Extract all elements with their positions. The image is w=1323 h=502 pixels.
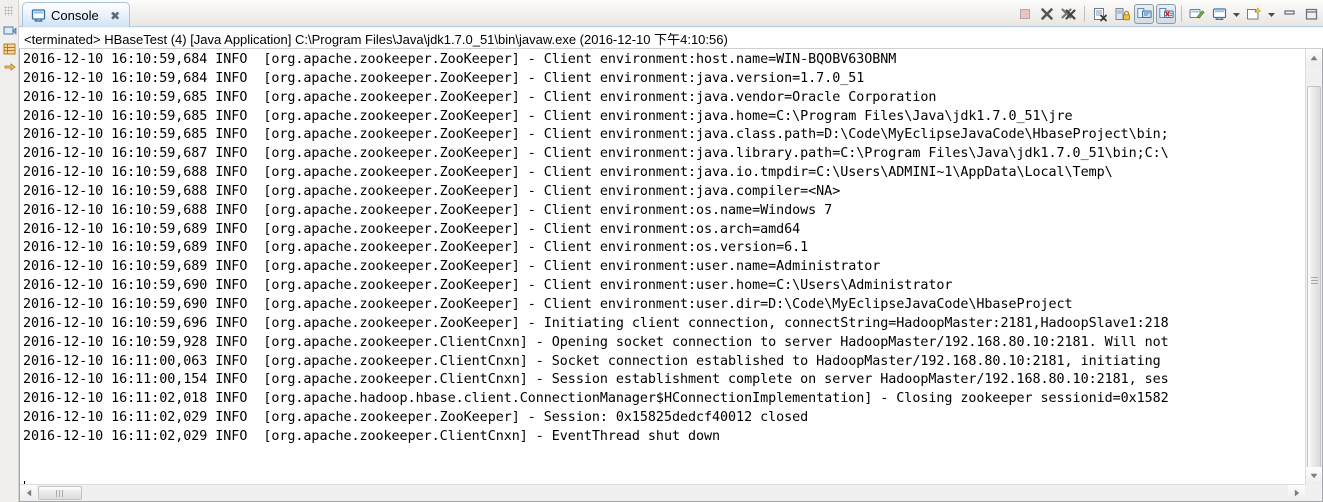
- console-line: 2016-12-10 16:10:59,689 INFO [org.apache…: [23, 240, 809, 256]
- scroll-lock-button[interactable]: [1112, 4, 1132, 24]
- console-line: 2016-12-10 16:10:59,696 INFO [org.apache…: [23, 315, 1169, 331]
- console-line: 2016-12-10 16:10:59,689 INFO [org.apache…: [23, 221, 801, 237]
- hscroll-thumb-grip: [56, 490, 64, 497]
- left-toolbar-strip: [0, 0, 19, 502]
- scrollbar-corner: [1305, 484, 1322, 501]
- console-line: 2016-12-10 16:10:59,687 INFO [org.apache…: [23, 146, 1169, 162]
- console-icon: [31, 8, 46, 23]
- show-console-on-output-button[interactable]: [1134, 4, 1154, 24]
- console-line: 2016-12-10 16:10:59,685 INFO [org.apache…: [23, 127, 1169, 143]
- console-line: 2016-12-10 16:10:59,690 INFO [org.apache…: [23, 278, 953, 294]
- scroll-up-button[interactable]: [1306, 49, 1322, 66]
- terminate-button[interactable]: [1015, 4, 1035, 24]
- console-line: 2016-12-10 16:11:00,063 INFO [org.apache…: [23, 353, 1161, 369]
- vertical-scrollbar[interactable]: [1305, 49, 1322, 484]
- fast-view-icon[interactable]: [3, 24, 17, 38]
- toolbar-separator: [1084, 6, 1085, 22]
- console-text[interactable]: 2016-12-10 16:10:59,684 INFO [org.apache…: [20, 49, 1305, 484]
- scroll-down-button[interactable]: [1306, 467, 1322, 484]
- view-tab-row: Console ✖: [19, 0, 1323, 27]
- console-line: 2016-12-10 16:10:59,685 INFO [org.apache…: [23, 89, 937, 105]
- console-line: 2016-12-10 16:11:00,154 INFO [org.apache…: [23, 372, 1169, 388]
- maximize-button[interactable]: [1301, 4, 1321, 24]
- outline-view-icon[interactable]: [3, 42, 17, 56]
- console-line: 2016-12-10 16:10:59,685 INFO [org.apache…: [23, 108, 1073, 124]
- open-console-menu-arrow[interactable]: [1266, 4, 1277, 24]
- eclipse-console-view: Console ✖ <terminated> HBaseTest (4) [Ja…: [0, 0, 1323, 502]
- console-output-area[interactable]: 2016-12-10 16:10:59,684 INFO [org.apache…: [19, 49, 1323, 502]
- clear-console-button[interactable]: [1090, 4, 1110, 24]
- console-line: 2016-12-10 16:10:59,688 INFO [org.apache…: [23, 183, 841, 199]
- scroll-left-button[interactable]: [20, 485, 37, 501]
- console-toolbar: [1015, 3, 1321, 25]
- console-line: 2016-12-10 16:10:59,684 INFO [org.apache…: [23, 52, 897, 67]
- open-console-button[interactable]: [1244, 4, 1264, 24]
- remove-launch-button[interactable]: [1037, 4, 1057, 24]
- horizontal-scroll-thumb[interactable]: [38, 486, 82, 500]
- console-line: 2016-12-10 16:11:02,029 INFO [org.apache…: [23, 428, 721, 444]
- horizontal-scrollbar[interactable]: [20, 484, 1305, 501]
- show-console-on-error-button[interactable]: [1156, 4, 1176, 24]
- toolbar-drag-grip[interactable]: [4, 6, 13, 16]
- console-line: 2016-12-10 16:10:59,689 INFO [org.apache…: [23, 259, 881, 275]
- tab-console-label: Console: [51, 7, 99, 23]
- console-line: 2016-12-10 16:11:02,018 INFO [org.apache…: [23, 391, 1169, 407]
- console-line: 2016-12-10 16:11:02,029 INFO [org.apache…: [23, 410, 809, 426]
- console-line: 2016-12-10 16:10:59,688 INFO [org.apache…: [23, 202, 833, 218]
- console-view: Console ✖ <terminated> HBaseTest (4) [Ja…: [19, 0, 1323, 502]
- vertical-scroll-thumb[interactable]: [1307, 86, 1321, 476]
- console-line: 2016-12-10 16:10:59,688 INFO [org.apache…: [23, 165, 1113, 181]
- pin-console-button[interactable]: [1187, 4, 1207, 24]
- minimize-button[interactable]: [1279, 4, 1299, 24]
- console-line: 2016-12-10 16:10:59,684 INFO [org.apache…: [23, 70, 865, 86]
- display-selected-console-button[interactable]: [1209, 4, 1229, 24]
- display-selected-console-menu-arrow[interactable]: [1231, 4, 1242, 24]
- restore-view-icon[interactable]: [3, 60, 17, 74]
- close-icon[interactable]: ✖: [109, 9, 122, 22]
- console-line: 2016-12-10 16:10:59,928 INFO [org.apache…: [23, 334, 1169, 350]
- scroll-thumb-grip: [1311, 277, 1318, 285]
- tab-console[interactable]: Console ✖: [22, 2, 130, 27]
- remove-all-terminated-button[interactable]: [1059, 4, 1079, 24]
- process-description: <terminated> HBaseTest (4) [Java Applica…: [19, 28, 1323, 49]
- console-line: 2016-12-10 16:10:59,690 INFO [org.apache…: [23, 296, 1073, 312]
- scroll-right-button[interactable]: [1288, 485, 1305, 501]
- toolbar-separator-2: [1181, 6, 1182, 22]
